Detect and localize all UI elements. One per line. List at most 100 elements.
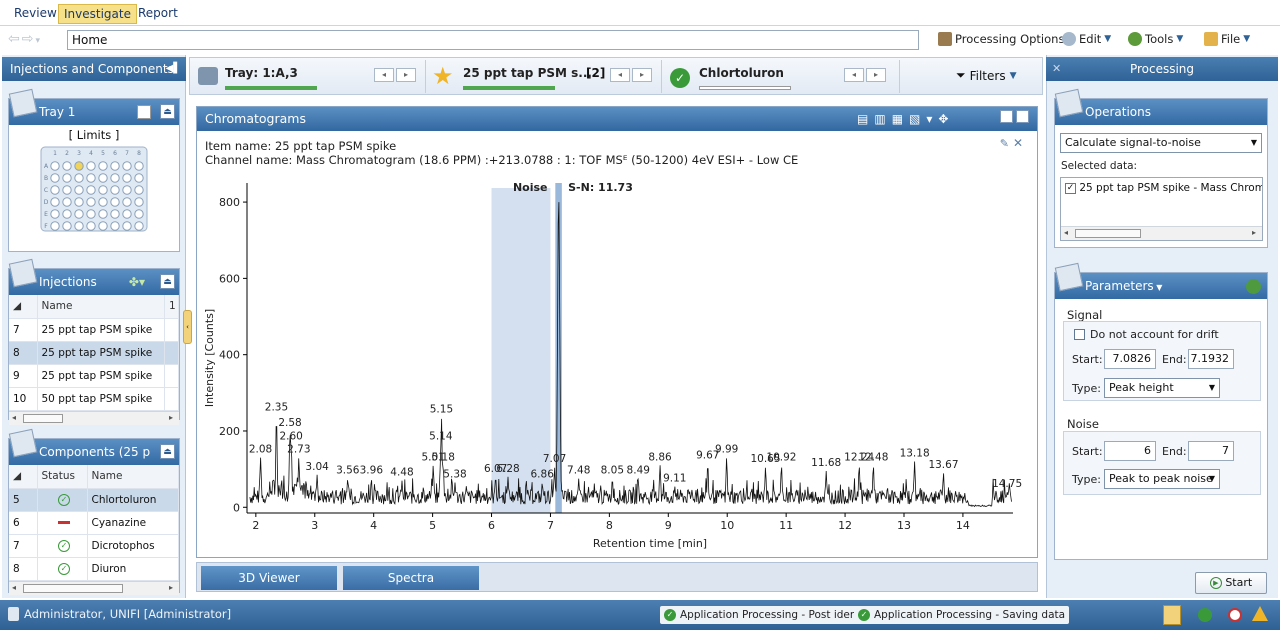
annotate-icon[interactable]: ▧▾ bbox=[909, 112, 938, 126]
file-menu[interactable]: File ▼ bbox=[1204, 32, 1250, 46]
tray-well[interactable] bbox=[62, 185, 72, 195]
tray-well[interactable] bbox=[98, 209, 108, 219]
component-nav-arrows[interactable]: ◂ ▸ bbox=[844, 68, 886, 82]
tray-well[interactable] bbox=[134, 197, 144, 207]
tray-well[interactable] bbox=[110, 209, 120, 219]
close-icon[interactable]: ✕ bbox=[1013, 136, 1023, 150]
sort-corner[interactable]: ◢ bbox=[9, 295, 38, 319]
tray-well[interactable] bbox=[110, 197, 120, 207]
tray-well[interactable] bbox=[62, 209, 72, 219]
tray-well[interactable] bbox=[62, 221, 72, 231]
horizontal-scrollbar[interactable]: ◂ ▸ bbox=[1061, 226, 1262, 240]
task-status-2[interactable]: ✓ Application Processing - Saving data bbox=[854, 606, 1070, 624]
minimize-icon[interactable] bbox=[1000, 110, 1013, 123]
tray-well[interactable] bbox=[86, 209, 96, 219]
table-icon[interactable]: ▦ bbox=[892, 112, 909, 126]
tray-well[interactable] bbox=[50, 209, 60, 219]
list-icon[interactable]: ▤ bbox=[857, 112, 874, 126]
warning-icon[interactable] bbox=[1252, 606, 1268, 621]
table-row[interactable]: 9 25 ppt tap PSM spike bbox=[9, 364, 179, 388]
tray-well[interactable] bbox=[122, 197, 132, 207]
sort-corner[interactable]: ◢ bbox=[9, 465, 38, 489]
report-icon[interactable] bbox=[1163, 605, 1181, 625]
tray-well[interactable] bbox=[134, 161, 144, 171]
drift-checkbox[interactable] bbox=[1074, 329, 1085, 340]
checkbox-checked[interactable]: ✓ bbox=[1065, 182, 1076, 194]
table-row[interactable]: 10 50 ppt tap PSM spike bbox=[9, 387, 179, 411]
tray-selector[interactable]: Tray: 1:A,3 ◂ ▸ bbox=[190, 60, 426, 93]
no-entry-icon[interactable] bbox=[1228, 608, 1242, 622]
tray-well[interactable] bbox=[98, 161, 108, 171]
back-arrow-icon[interactable]: ⇦ bbox=[8, 31, 22, 47]
eject-icon[interactable]: ⏏ bbox=[160, 274, 175, 289]
tray-well[interactable] bbox=[74, 197, 84, 207]
table-row[interactable]: 8 ✓ Diuron bbox=[9, 557, 179, 581]
tab-investigate[interactable]: Investigate bbox=[58, 4, 137, 24]
signal-start-input[interactable]: 7.0826 bbox=[1104, 349, 1156, 369]
tray-well[interactable] bbox=[122, 221, 132, 231]
selected-data-item[interactable]: ✓ 25 ppt tap PSM spike - Mass Chroma bbox=[1065, 182, 1262, 194]
sample-selector[interactable]: ★ 25 ppt tap PSM s... [2] ◂ ▸ bbox=[428, 60, 662, 93]
forward-arrow-icon[interactable]: ⇨ bbox=[22, 31, 36, 47]
tray-well[interactable] bbox=[134, 173, 144, 183]
tray-well[interactable] bbox=[98, 185, 108, 195]
pane-splitter-handle[interactable]: ‹ bbox=[183, 310, 192, 344]
pin-icon[interactable]: ✎ bbox=[1000, 137, 1009, 150]
tray-well[interactable] bbox=[98, 173, 108, 183]
processing-options-button[interactable]: Processing Options bbox=[938, 32, 1064, 46]
tab-spectra[interactable]: Spectra bbox=[343, 566, 479, 590]
table-row[interactable]: 6 Cyanazine bbox=[9, 511, 179, 535]
table-row[interactable]: 8 25 ppt tap PSM spike bbox=[9, 341, 179, 365]
horizontal-scrollbar[interactable]: ◂ ▸ bbox=[9, 410, 179, 425]
column-name[interactable]: Name bbox=[87, 465, 179, 489]
history-dropdown-icon[interactable]: ▾ bbox=[35, 36, 42, 46]
tray-well[interactable] bbox=[134, 221, 144, 231]
close-pane-icon[interactable]: ✕ bbox=[1052, 57, 1061, 81]
tray-well[interactable] bbox=[86, 173, 96, 183]
task-status-1[interactable]: ✓ Application Processing - Post ident... bbox=[660, 606, 875, 624]
chromatogram-chart[interactable]: 2 3 4 5 6 7 8 9 10 11 12 13 14 0 200 400 600 800 Retention… bbox=[197, 173, 1037, 553]
tray-well[interactable] bbox=[122, 185, 132, 195]
eject-icon[interactable]: ⏏ bbox=[160, 444, 175, 459]
edit-menu[interactable]: Edit ▼ bbox=[1062, 32, 1111, 46]
tray-well[interactable] bbox=[50, 161, 60, 171]
tray-well[interactable] bbox=[62, 173, 72, 183]
prev-arrow-icon[interactable]: ◂ bbox=[844, 68, 864, 82]
column-extra[interactable]: 1 bbox=[164, 295, 179, 319]
start-button[interactable]: ▶ Start bbox=[1195, 572, 1267, 594]
next-arrow-icon[interactable]: ▸ bbox=[632, 68, 652, 82]
tray-well[interactable] bbox=[62, 161, 72, 171]
tray-well[interactable] bbox=[86, 221, 96, 231]
maximize-icon[interactable] bbox=[1016, 110, 1029, 123]
filters-button[interactable]: ⏷ Filters ▼ bbox=[956, 68, 1017, 83]
tray-well[interactable] bbox=[110, 185, 120, 195]
tray-well[interactable] bbox=[122, 209, 132, 219]
prev-arrow-icon[interactable]: ◂ bbox=[610, 68, 630, 82]
table-row[interactable]: 5 ✓ Chlortoluron bbox=[9, 488, 179, 512]
tray-well[interactable] bbox=[86, 197, 96, 207]
tray-well[interactable] bbox=[74, 161, 84, 171]
tray-well[interactable] bbox=[86, 161, 96, 171]
chevron-down-icon[interactable]: ▼ bbox=[1154, 283, 1162, 292]
tray-well[interactable] bbox=[50, 173, 60, 183]
component-selector[interactable]: ✓ Chlortoluron ◂ ▸ bbox=[664, 60, 900, 93]
prev-arrow-icon[interactable]: ◂ bbox=[374, 68, 394, 82]
tray-well[interactable] bbox=[74, 173, 84, 183]
tray-well[interactable] bbox=[74, 209, 84, 219]
signal-end-input[interactable]: 7.1932 bbox=[1188, 349, 1234, 369]
signal-type-select[interactable]: Peak height ▼ bbox=[1104, 378, 1220, 398]
tab-3d-viewer[interactable]: 3D Viewer bbox=[201, 566, 337, 590]
tray-well[interactable] bbox=[98, 197, 108, 207]
noise-start-input[interactable]: 6 bbox=[1104, 441, 1156, 461]
filter-sprout-icon[interactable]: ✤▾ bbox=[129, 269, 145, 295]
tray-well[interactable] bbox=[122, 161, 132, 171]
horizontal-scrollbar[interactable]: ◂ ▸ bbox=[9, 580, 179, 595]
noise-type-select[interactable]: Peak to peak noise ▼ bbox=[1104, 469, 1220, 489]
tray-plate[interactable]: 1 2 3 4 5 6 7 8ABCDEF bbox=[9, 142, 181, 242]
column-status[interactable]: Status bbox=[37, 465, 88, 489]
tray-well[interactable] bbox=[134, 209, 144, 219]
tray-well[interactable] bbox=[50, 185, 60, 195]
tray-well[interactable] bbox=[110, 221, 120, 231]
address-input[interactable]: Home bbox=[67, 30, 919, 50]
collapse-left-icon[interactable]: ◀▌ bbox=[166, 57, 181, 81]
